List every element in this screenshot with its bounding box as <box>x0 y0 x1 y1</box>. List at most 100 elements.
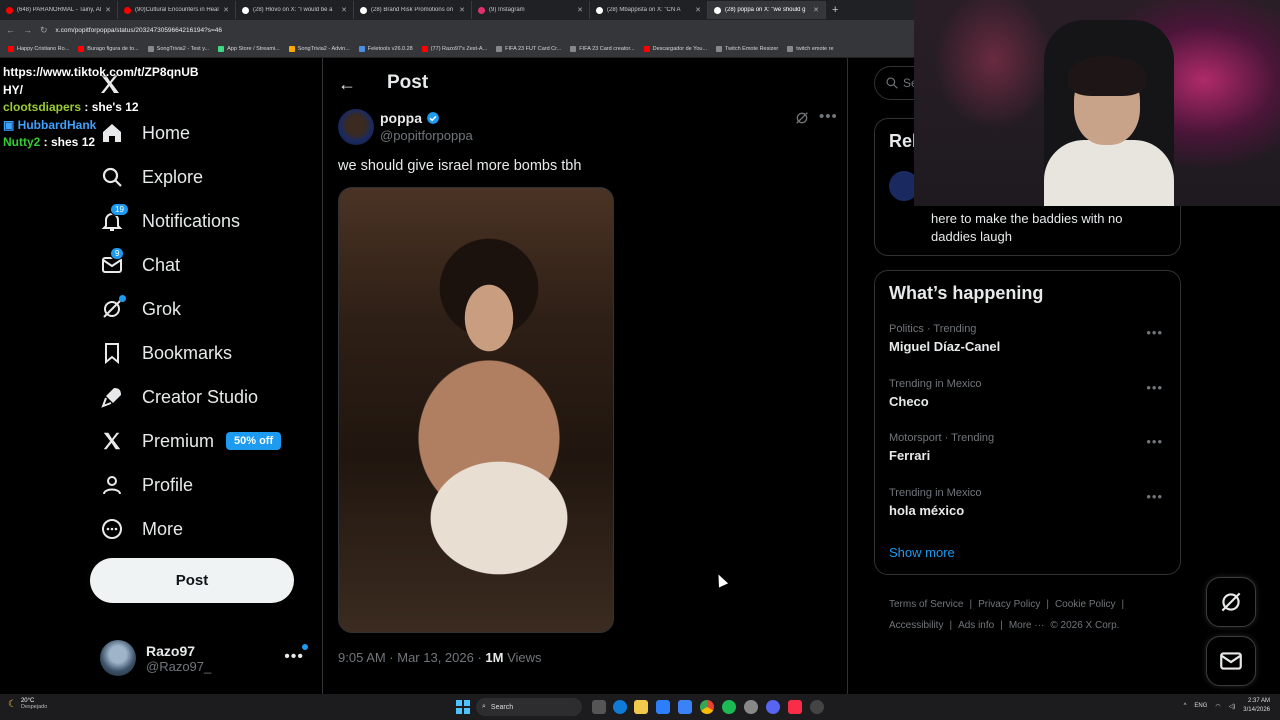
taskbar-search[interactable]: ⌕ Search <box>476 698 582 716</box>
sidebar-item-bookmarks[interactable]: Bookmarks <box>100 338 232 368</box>
more-link[interactable]: More ··· <box>1009 620 1045 631</box>
discord-icon[interactable] <box>766 700 780 714</box>
tab-favicon-icon <box>714 6 721 14</box>
mail-app-icon[interactable] <box>678 700 692 714</box>
grok-icon[interactable] <box>794 110 810 126</box>
close-icon[interactable]: ✕ <box>813 6 819 14</box>
messages-fab-button[interactable] <box>1206 636 1256 686</box>
sidebar-item-profile[interactable]: Profile <box>100 470 193 500</box>
back-arrow-icon[interactable]: ← <box>6 25 15 35</box>
account-handle: @Razo97_ <box>146 658 212 674</box>
bookmark-favicon-icon <box>421 45 428 52</box>
trend-more-icon[interactable]: ••• <box>1146 434 1163 449</box>
close-icon[interactable]: ✕ <box>341 6 347 14</box>
sidebar-item-explore[interactable]: Explore <box>100 162 203 192</box>
chrome-icon[interactable] <box>700 700 714 714</box>
bookmark-item[interactable]: twitch emote re <box>787 45 834 52</box>
trend-more-icon[interactable]: ••• <box>1146 489 1163 504</box>
chevron-up-icon[interactable]: ^ <box>1184 703 1187 709</box>
accessibility-link[interactable]: Accessibility <box>889 620 943 631</box>
sidebar-item-premium[interactable]: Premium 50% off <box>100 426 282 456</box>
reload-icon[interactable]: ↻ <box>40 25 48 36</box>
bookmark-item[interactable]: Descargador de You... <box>643 45 707 52</box>
bookmark-item[interactable]: App Store / Streami... <box>218 45 280 52</box>
browser-tab[interactable]: (28) Mbappista on X: "CN A ✕ <box>590 1 708 19</box>
bookmark-item[interactable]: Happy Cristiano Ro... <box>8 45 69 52</box>
privacy-link[interactable]: Privacy Policy <box>978 599 1040 610</box>
browser-tab[interactable]: (28) Brand Risk Promotions on ✕ <box>354 1 472 19</box>
music-icon[interactable] <box>788 700 802 714</box>
task-view-icon[interactable] <box>592 700 606 714</box>
bookmark-item[interactable]: Burago figura de to... <box>78 45 139 52</box>
browser-tab[interactable]: (648) PARANORMAL - Tainy, Al ✕ <box>0 1 118 19</box>
bookmark-item[interactable]: (77) Razo97's Zest-A... <box>421 45 487 52</box>
trend-item[interactable]: Trending in Mexico Checo ••• <box>889 378 1169 409</box>
windows-start-icon[interactable] <box>456 700 470 714</box>
bookmark-item[interactable]: FIFA 23 FUT Card Cr... <box>496 45 561 52</box>
grok-fab-button[interactable] <box>1206 577 1256 627</box>
browser-tab[interactable]: (28) poppa on X: "we should g ✕ <box>708 1 826 19</box>
trend-item[interactable]: Motorsport · Trending Ferrari ••• <box>889 432 1169 463</box>
url-field[interactable]: x.com/popitforpoppa/status/2032473059664… <box>56 27 222 34</box>
obs-icon[interactable] <box>744 700 758 714</box>
trend-item[interactable]: Trending in Mexico hola méxico ••• <box>889 487 1169 518</box>
sidebar-item-notifications[interactable]: 19 Notifications <box>100 203 240 236</box>
account-more-icon[interactable]: ••• <box>284 648 304 666</box>
close-icon[interactable]: ✕ <box>223 6 229 14</box>
sidebar-item-more[interactable]: More <box>100 514 183 544</box>
bookmark-label: twitch emote re <box>796 45 834 52</box>
post-button[interactable]: Post <box>90 558 294 603</box>
close-icon[interactable]: ✕ <box>105 6 111 14</box>
clock[interactable]: 2:37 AM 3/14/2026 <box>1243 697 1270 715</box>
bookmark-favicon-icon <box>8 45 14 52</box>
bookmark-item[interactable]: FIFA 23 Card creator... <box>570 45 635 52</box>
divider: | <box>1046 599 1049 610</box>
volume-icon[interactable]: ◁) <box>1229 703 1236 710</box>
new-tab-button[interactable]: + <box>832 4 838 16</box>
back-arrow-icon[interactable]: ← <box>338 74 356 95</box>
browser-tab[interactable]: (9) Instagram ✕ <box>472 1 590 19</box>
ads-info-link[interactable]: Ads info <box>958 620 994 631</box>
chat-username: Nutty2 <box>3 135 41 149</box>
bookmark-item[interactable]: SongTrivia2 - Advin... <box>288 45 350 52</box>
wifi-icon[interactable]: ◠ <box>1215 703 1220 710</box>
bookmark-item[interactable]: Feletools v26.0.28 <box>358 45 413 52</box>
bookmark-item[interactable]: Twitch Emote Resizer <box>716 45 778 52</box>
system-tray: ^ ENG ◠ ◁) 2:37 AM 3/14/2026 <box>1184 697 1270 715</box>
bookmark-item[interactable]: SongTrivia2 - Test y... <box>147 45 210 52</box>
store-icon[interactable] <box>656 700 670 714</box>
cookie-link[interactable]: Cookie Policy <box>1055 599 1116 610</box>
show-more-link[interactable]: Show more <box>889 545 955 560</box>
sidebar-item-grok[interactable]: Grok <box>100 294 181 324</box>
close-icon[interactable]: ✕ <box>577 6 583 14</box>
app-icon[interactable] <box>810 700 824 714</box>
trend-item[interactable]: Politics · Trending Miguel Díaz-Canel ••• <box>889 323 1169 354</box>
trend-more-icon[interactable]: ••• <box>1146 325 1163 340</box>
chat-username: clootsdiapers <box>3 100 82 114</box>
author-name[interactable]: poppa <box>380 110 440 126</box>
author-handle[interactable]: @popitforpoppa <box>380 128 473 143</box>
forward-arrow-icon[interactable]: → <box>23 25 32 35</box>
discount-badge[interactable]: 50% off <box>226 432 282 450</box>
account-switcher[interactable]: Razo97 @Razo97_ ••• <box>100 640 310 676</box>
terms-link[interactable]: Terms of Service <box>889 599 963 610</box>
trend-name: Checo <box>889 393 929 409</box>
trend-more-icon[interactable]: ••• <box>1146 380 1163 395</box>
post-more-icon[interactable]: ••• <box>819 108 838 125</box>
post-timestamp[interactable]: 9:05 AM · Mar 13, 2026 · <box>338 650 485 665</box>
close-icon[interactable]: ✕ <box>459 6 465 14</box>
bookmark-label: SongTrivia2 - Test y... <box>156 45 210 52</box>
sidebar-item-chat[interactable]: 9 Chat <box>100 247 180 280</box>
spotify-icon[interactable] <box>722 700 736 714</box>
weather-widget[interactable]: ☾ 20°C Despejado <box>8 698 47 710</box>
browser-tab[interactable]: (90)Cultural Encounters in Heal ✕ <box>118 1 236 19</box>
browser-tab[interactable]: (28) Hlovo on X: "I would be a ✕ <box>236 1 354 19</box>
language-indicator[interactable]: ENG <box>1194 703 1207 709</box>
edge-icon[interactable] <box>613 700 627 714</box>
sidebar-item-creator-studio[interactable]: Creator Studio <box>100 382 258 412</box>
author-avatar[interactable] <box>338 109 374 145</box>
post-video[interactable] <box>338 187 614 633</box>
bookmark-favicon-icon <box>643 45 650 52</box>
close-icon[interactable]: ✕ <box>695 6 701 14</box>
file-explorer-icon[interactable] <box>634 700 648 714</box>
